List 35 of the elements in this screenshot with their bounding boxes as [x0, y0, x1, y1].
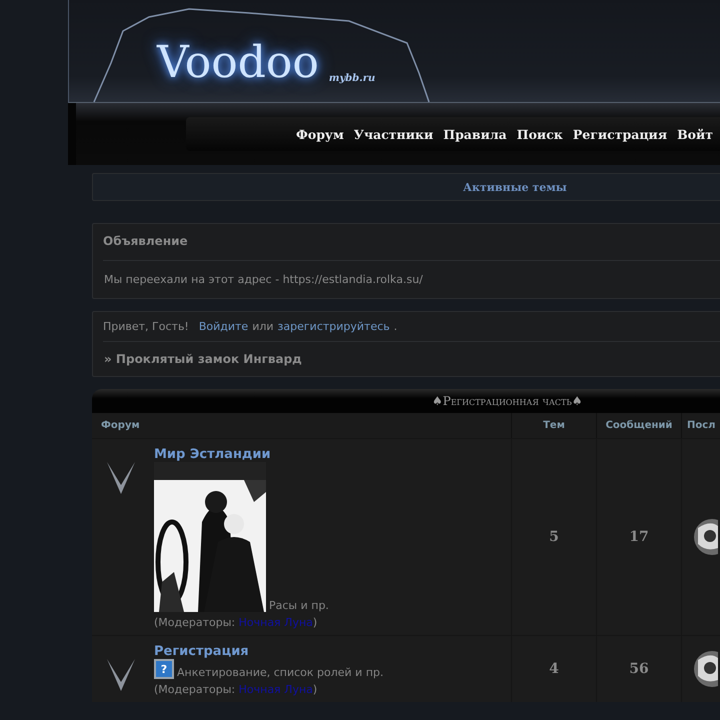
- topics-count: 5: [512, 438, 597, 635]
- column-header: Посл: [682, 413, 720, 438]
- moderators-end: ): [312, 616, 318, 629]
- forum-title-link[interactable]: Мир Эстландии: [154, 447, 329, 462]
- logo-text[interactable]: Voodoo: [157, 37, 319, 88]
- nav-link[interactable]: Форум: [296, 126, 344, 142]
- register-link[interactable]: зарегистрируйтесь: [278, 320, 390, 333]
- column-header: Тем: [512, 413, 597, 438]
- nav-link[interactable]: Поиск: [516, 126, 563, 142]
- moderators-label: (Модераторы:: [154, 683, 236, 696]
- nav-link[interactable]: Правила: [443, 126, 507, 142]
- forum-description: Расы и пр.: [269, 599, 329, 612]
- forum-description: Анкетирование, список ролей и пр.: [177, 666, 384, 679]
- announcement-title: Объявление: [103, 234, 189, 250]
- login-link[interactable]: Войдите: [198, 320, 248, 333]
- posts-count: 56: [597, 635, 682, 702]
- moderators-end: ): [312, 683, 318, 696]
- category-title: ♠Регистрационная часть♠: [432, 394, 582, 408]
- forum-title-link[interactable]: Регистрация: [154, 644, 384, 659]
- posts-count: 17: [597, 438, 682, 635]
- breadcrumb[interactable]: » Проклятый замок Ингвард: [103, 350, 720, 368]
- or-text: или: [252, 320, 274, 333]
- column-header: Форум: [92, 413, 512, 438]
- period-text: .: [394, 320, 398, 333]
- active-topics-link[interactable]: Активные темы: [463, 180, 567, 194]
- nav-link[interactable]: Войт: [677, 126, 713, 142]
- moderators-label: (Модераторы:: [154, 616, 236, 629]
- help-icon: ?: [154, 659, 174, 679]
- announcement-text: Мы переехали на этот адрес - https://estlandia.rolka.su/: [103, 272, 424, 288]
- nav-link[interactable]: Регистрация: [572, 126, 668, 142]
- topics-count: 4: [512, 635, 597, 702]
- nav-link[interactable]: Участники: [354, 126, 434, 142]
- greeting-text: Привет, Гость!: [103, 320, 189, 333]
- column-header: Сообщений: [597, 413, 682, 438]
- site-domain: mybb.ru: [328, 73, 376, 84]
